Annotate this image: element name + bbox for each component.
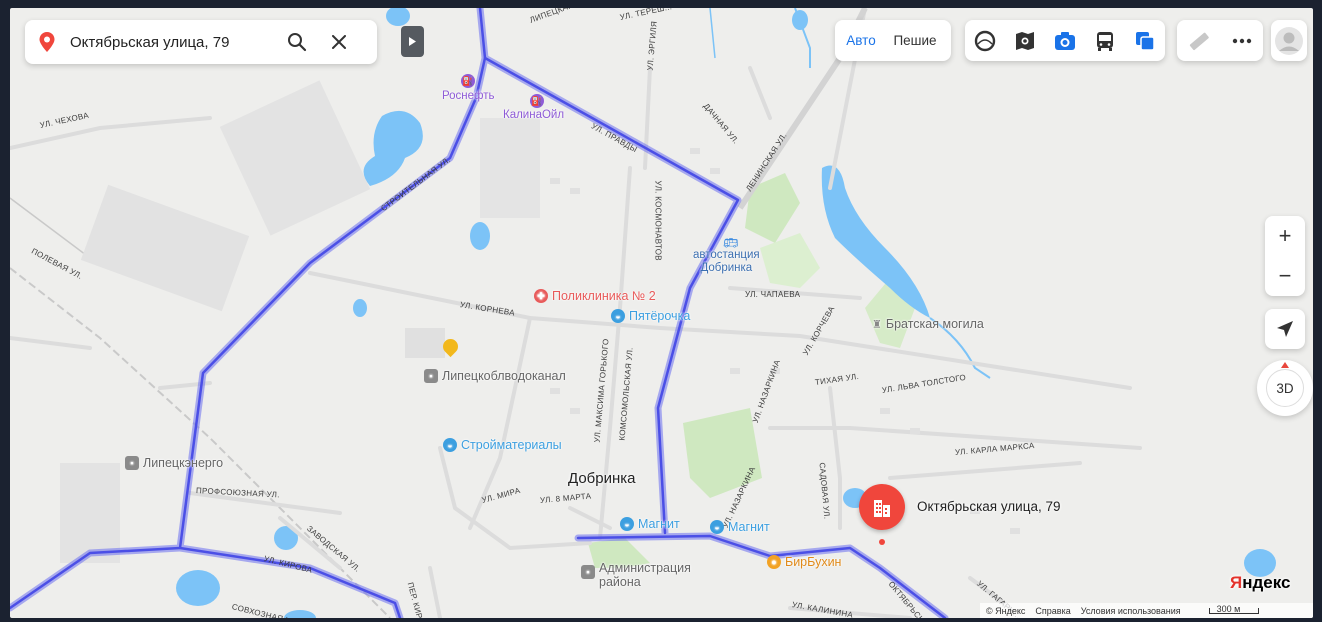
pyaterochka-poi[interactable]: ◒ Пятёрочка: [611, 309, 690, 323]
building-icon: [874, 500, 890, 517]
bratskaya-label: Братская могила: [885, 317, 984, 331]
bratskaya-poi[interactable]: ♜ Братская могила: [872, 317, 984, 331]
marker-point: [879, 539, 885, 545]
poliklinika-poi[interactable]: ✚ Поликлиника № 2: [534, 289, 656, 303]
lipetskenergo-label: Липецкэнерго: [143, 456, 224, 470]
play-arrow-icon: [409, 37, 416, 46]
location-pin-icon: [39, 32, 55, 52]
layers-button[interactable]: [1127, 23, 1163, 59]
clear-search-button[interactable]: [322, 25, 356, 59]
lipetskoblvodokanal-label: Липецкоблводоканал: [442, 369, 566, 383]
help-link[interactable]: Справка: [1035, 606, 1070, 616]
my-location-button[interactable]: [1265, 309, 1305, 349]
administratsiya-poi[interactable]: ▪ Администрация района: [581, 561, 691, 589]
yandex-logo-rest: ндекс: [1242, 573, 1291, 592]
magnit2-label: Магнит: [728, 520, 770, 534]
yandex-logo-first-letter: Я: [1230, 573, 1243, 592]
map-footer: © Яндекс Справка Условия использования 3…: [980, 603, 1313, 618]
layers-icon: [1136, 31, 1155, 51]
poliklinika-label: Поликлиника № 2: [552, 289, 656, 303]
tools-toolbar: [1177, 20, 1263, 61]
navigation-arrow-icon: [1277, 321, 1293, 337]
marker-label: Октябрьская улица, 79: [917, 499, 1061, 514]
close-icon: [332, 35, 346, 49]
transit-button[interactable]: [1087, 23, 1123, 59]
search-icon: [288, 33, 307, 52]
more-button[interactable]: [1224, 23, 1260, 59]
magnit1-poi[interactable]: ◒ Магнит: [620, 517, 680, 531]
street-label: УЛ. КОСМОНАВТОВ: [653, 180, 663, 261]
bus-station-label-line1: автостанция: [693, 249, 760, 261]
yandex-logo: Яндекс: [1230, 573, 1290, 593]
map-canvas[interactable]: УЛ. ЧЕХОВА СТРОИТЕЛЬНАЯ УЛ. УЛ. ПРАВДЫ Л…: [10, 8, 1313, 618]
bus-station-label[interactable]: автостанция Добринка: [693, 249, 760, 275]
zoom-control: + −: [1265, 216, 1305, 296]
mode-car-button[interactable]: Авто: [835, 20, 887, 61]
bus-station-icon[interactable]: 🚌︎: [723, 236, 738, 250]
monument-icon: ♜: [872, 318, 882, 331]
shopping-basket-icon: ◒: [620, 517, 634, 531]
panorama-button[interactable]: [967, 23, 1003, 59]
food-icon: ●: [767, 555, 781, 569]
lipetskenergo-poi[interactable]: ▪ Липецкэнерго: [125, 456, 223, 470]
birbukhin-label: БирБухин: [785, 555, 842, 569]
stroymaterialy-label: Стройматериалы: [461, 438, 562, 452]
zoom-out-button[interactable]: −: [1265, 256, 1305, 296]
profile-button[interactable]: [1271, 20, 1307, 61]
administratsiya-label-line1: Администрация: [599, 561, 691, 575]
ruler-button[interactable]: [1181, 23, 1217, 59]
scale-bar: [1208, 607, 1259, 614]
avatar-icon: [1275, 26, 1303, 55]
building-icon: ▪: [125, 456, 139, 470]
compass-3d-button[interactable]: 3D: [1257, 360, 1313, 416]
lipetskoblvodokanal-poi[interactable]: ▪ Липецкоблводоканал: [424, 369, 566, 383]
layers-toolbar: [965, 20, 1165, 61]
route-mode-switch: Авто Пешие: [835, 20, 951, 61]
rosneft-label[interactable]: Роснефть: [442, 90, 495, 102]
search-box[interactable]: [25, 20, 377, 64]
yellow-pin-icon[interactable]: [439, 335, 462, 359]
traffic-camera-button[interactable]: [1047, 23, 1083, 59]
kalinaoil-poi-icon[interactable]: ⛽: [530, 91, 550, 109]
building-icon: ▪: [581, 565, 595, 579]
rosneft-poi-icon[interactable]: ⛽: [458, 71, 478, 89]
zoom-in-button[interactable]: +: [1265, 216, 1305, 256]
panel-toggle-button[interactable]: [401, 26, 424, 57]
more-icon: [1232, 38, 1251, 43]
view-3d-label: 3D: [1266, 369, 1304, 407]
city-label: Добринка: [568, 470, 636, 487]
panorama-icon: [974, 30, 996, 51]
search-input[interactable]: [68, 32, 277, 52]
kalinaoil-label[interactable]: КалинаОйл: [503, 109, 564, 121]
bus-station-label-line2: Добринка: [700, 262, 753, 274]
shopping-basket-icon: ◒: [443, 438, 457, 452]
bus-icon: [1097, 31, 1113, 51]
birbukhin-poi[interactable]: ● БирБухин: [767, 555, 841, 569]
shopping-basket-icon: ◒: [611, 309, 625, 323]
photos-button[interactable]: [1007, 23, 1043, 59]
selected-place-marker[interactable]: [859, 484, 905, 530]
terms-link[interactable]: Условия использования: [1081, 606, 1181, 616]
shopping-basket-icon: ◒: [710, 520, 724, 534]
compass-north-icon: [1281, 362, 1289, 368]
administratsiya-label: Администрация района: [599, 561, 691, 589]
building-icon: ▪: [424, 369, 438, 383]
stroymaterialy-poi[interactable]: ◒ Стройматериалы: [443, 438, 562, 452]
photos-icon: [1016, 31, 1034, 50]
magnit1-label: Магнит: [638, 517, 680, 531]
mode-walk-button[interactable]: Пешие: [887, 20, 943, 61]
copyright-text: © Яндекс: [986, 605, 1026, 616]
search-button[interactable]: [280, 25, 314, 59]
street-label: УЛ. ЧАПАЕВА: [745, 290, 801, 299]
ruler-icon: [1189, 32, 1209, 50]
pyaterochka-label: Пятёрочка: [629, 309, 691, 323]
administratsiya-label-line2: района: [599, 575, 641, 589]
medical-cross-icon: ✚: [534, 289, 548, 303]
screen-frame: УЛ. ЧЕХОВА СТРОИТЕЛЬНАЯ УЛ. УЛ. ПРАВДЫ Л…: [0, 0, 1322, 622]
camera-icon: [1055, 31, 1075, 50]
magnit2-poi[interactable]: ◒ Магнит: [710, 520, 770, 534]
